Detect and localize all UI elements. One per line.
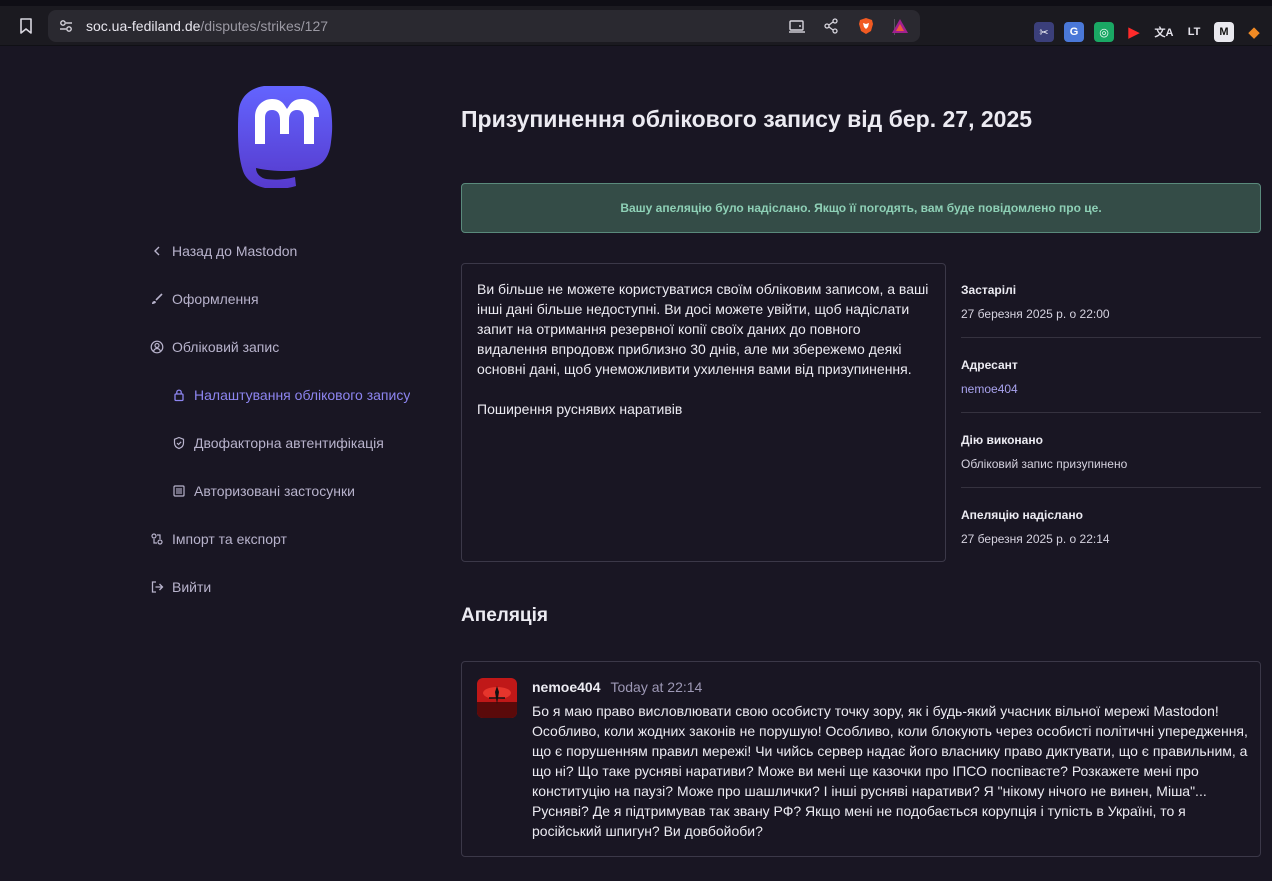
strike-text: Ви більше не можете користуватися своїм …: [477, 281, 929, 377]
recipient-link[interactable]: nemoe404: [961, 382, 1261, 396]
appeal-submitted-notice: Вашу апеляцію було надіслано. Якщо її по…: [461, 183, 1261, 233]
shield-icon: [173, 436, 185, 450]
meta-value: 27 березня 2025 р. о 22:00: [961, 307, 1110, 321]
browser-toolbar: soc.ua-fediland.de/disputes/strikes/127 …: [0, 6, 1272, 46]
metamask-extension-icon[interactable]: ◆: [1244, 22, 1264, 42]
sidebar-item-import-export[interactable]: Імпорт та експорт: [150, 527, 420, 551]
chevron-left-icon: [154, 246, 160, 256]
logout-icon: [151, 581, 164, 593]
youtube-extension-icon[interactable]: ▶: [1124, 22, 1144, 42]
meta-divider: [961, 337, 1261, 338]
avatar[interactable]: [477, 678, 517, 718]
meta-label: Дію виконано: [961, 433, 1043, 447]
extension-3-icon[interactable]: ◎: [1094, 22, 1114, 42]
meta-row-recipient: Адресант nemoe404: [961, 358, 1261, 396]
sidebar-item-label: Обліковий запис: [172, 339, 280, 355]
translate-extension-icon[interactable]: G: [1064, 22, 1084, 42]
sidebar-item-account[interactable]: Обліковий запис: [150, 335, 420, 359]
meta-row-status: Застарілі 27 березня 2025 р. о 22:00: [961, 283, 1261, 321]
appeal-author[interactable]: nemoe404: [532, 679, 600, 695]
list-icon: [173, 485, 185, 497]
meta-value: Обліковий запис призупинено: [961, 457, 1128, 471]
sidebar-item-authorized-apps[interactable]: Авторизовані застосунки: [172, 479, 422, 503]
meta-label: Адресант: [961, 358, 1018, 372]
meta-divider: [961, 412, 1261, 413]
url-host: soc.ua-fediland.de: [86, 18, 201, 34]
url-path: /disputes/strikes/127: [200, 18, 329, 34]
meta-row-appeal-sent: Апеляцію надіслано 27 березня 2025 р. о …: [961, 508, 1261, 546]
install-app-icon[interactable]: [788, 17, 806, 35]
meta-row-action: Дію виконано Обліковий запис призупинено: [961, 433, 1261, 471]
strike-reason: Поширення руснявих наративів: [477, 401, 683, 417]
user-circle-icon: [150, 340, 164, 354]
sidebar-item-appearance[interactable]: Оформлення: [150, 287, 420, 311]
sidebar-item-label: Імпорт та експорт: [172, 531, 287, 547]
url-text[interactable]: soc.ua-fediland.de/disputes/strikes/127: [86, 18, 328, 34]
sidebar-item-back[interactable]: Назад до Mastodon: [150, 239, 420, 263]
sidebar-item-label: Вийти: [172, 579, 212, 595]
mastodon-logo-icon[interactable]: [238, 86, 334, 188]
sidebar-item-label: Назад до Mastodon: [172, 243, 298, 259]
share-icon[interactable]: [822, 17, 840, 35]
sidebar-item-two-factor[interactable]: Двофакторна автентифікація: [172, 431, 422, 455]
appeal-time: Today at 22:14: [610, 679, 703, 695]
bookmark-icon[interactable]: [16, 16, 36, 36]
sidebar-item-account-settings[interactable]: Налаштування облікового запису: [172, 383, 420, 407]
translate-icon[interactable]: 文A: [1154, 22, 1174, 42]
sidebar-item-label: Двофакторна автентифікація: [194, 435, 384, 451]
brave-rewards-icon[interactable]: [891, 17, 909, 35]
language-tool-icon[interactable]: LT: [1184, 22, 1204, 42]
meta-label: Застарілі: [961, 283, 1017, 297]
sidebar-item-label: Налаштування облікового запису: [194, 387, 411, 403]
address-bar[interactable]: soc.ua-fediland.de/disputes/strikes/127: [48, 10, 920, 42]
medium-extension-icon[interactable]: M: [1214, 22, 1234, 42]
page-title: Призупинення облікового запису від бер. …: [461, 106, 1033, 132]
appeal-heading: Апеляція: [461, 605, 548, 626]
sidebar-item-label: Авторизовані застосунки: [194, 483, 355, 499]
lock-icon: [174, 389, 184, 402]
extension-1-icon[interactable]: ✂: [1034, 22, 1054, 42]
site-settings-icon[interactable]: [58, 18, 74, 34]
appeal-card: nemoe404 Today at 22:14 Бо я маю право ви…: [461, 661, 1261, 857]
appeal-header: nemoe404 Today at 22:14: [532, 679, 702, 695]
strike-description-box: Ви більше не можете користуватися своїм …: [461, 263, 946, 562]
import-export-icon: [151, 533, 163, 545]
appeal-text: Бо я маю право висловлювати свою особист…: [532, 703, 1248, 839]
brave-shields-icon[interactable]: [857, 17, 875, 35]
brush-icon: [152, 293, 163, 304]
meta-divider: [961, 487, 1261, 488]
meta-label: Апеляцію надіслано: [961, 508, 1083, 522]
sidebar-item-logout[interactable]: Вийти: [150, 575, 420, 599]
meta-value: 27 березня 2025 р. о 22:14: [961, 532, 1110, 546]
sidebar-item-label: Оформлення: [172, 291, 259, 307]
